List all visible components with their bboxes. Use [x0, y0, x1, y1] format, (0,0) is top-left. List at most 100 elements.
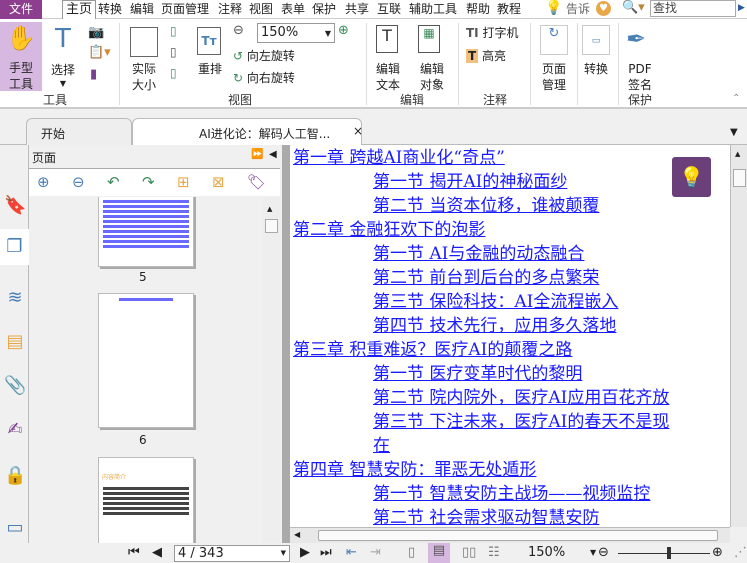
enlarge-thumbnail-icon[interactable]: ⊕: [37, 173, 50, 191]
fit-width-icon[interactable]: ▯: [170, 45, 177, 59]
rotate-left-button[interactable]: ↺ 向左旋转: [233, 47, 295, 64]
fit-page-icon[interactable]: ▯: [170, 24, 177, 38]
continuous-page-icon[interactable]: ▤: [428, 543, 450, 563]
previous-view-icon[interactable]: ⇤: [346, 545, 357, 560]
zoom-slider[interactable]: [618, 553, 710, 554]
typewriter-button[interactable]: TI 打字机: [466, 24, 519, 41]
toc-section-link[interactable]: 第三节 下注未来，医疗AI的春天不是现: [373, 407, 669, 432]
menu-11[interactable]: 帮助: [466, 1, 490, 18]
reflow-button[interactable]: 重排: [195, 61, 225, 77]
toc-section-link[interactable]: 在: [373, 431, 390, 456]
menu-12[interactable]: 教程: [497, 1, 521, 18]
toc-section-link[interactable]: 第四节 技术先行，应用多久落地: [373, 311, 616, 336]
collapse-panel-icon[interactable]: ◀: [269, 149, 277, 160]
menu-7[interactable]: 保护: [312, 1, 336, 18]
convert-button[interactable]: 转换: [580, 61, 612, 77]
search-input[interactable]: 查找: [650, 0, 736, 17]
attachments-icon[interactable]: 📎: [4, 375, 26, 397]
delete-page-icon[interactable]: ⊠: [212, 173, 225, 191]
scroll-left-icon[interactable]: ◀: [294, 530, 300, 539]
toc-chapter-link[interactable]: 第二章 金融狂欢下的泡影: [293, 215, 485, 240]
insert-page-icon[interactable]: ⊞: [177, 173, 190, 191]
menu-10[interactable]: 辅助工具: [409, 1, 457, 18]
tab-document[interactable]: AI进化论：解码人工智... ×: [132, 118, 363, 146]
toc-section-link[interactable]: 第三节 保险科技：AI全流程嵌入: [373, 287, 618, 312]
actual-size-icon[interactable]: [130, 27, 158, 57]
actual-size-label[interactable]: 实际 大小: [126, 61, 162, 93]
expand-panel-icon[interactable]: ⏩: [251, 149, 263, 160]
rotate-right-page-icon[interactable]: ↷: [142, 173, 155, 191]
toc-chapter-link[interactable]: 第三章 积重难返？医疗AI的颠覆之路: [293, 335, 572, 360]
zoom-select[interactable]: 150% ▼: [257, 23, 335, 43]
lightbulb-tip-button[interactable]: 💡: [672, 157, 711, 197]
zoom-dropdown-icon[interactable]: ▼: [590, 548, 596, 557]
zoom-in-icon[interactable]: ⊕: [338, 23, 349, 38]
fit-visible-icon[interactable]: ▯: [170, 66, 177, 80]
tab-start[interactable]: 开始: [26, 118, 132, 145]
menu-1[interactable]: 转换: [98, 1, 122, 18]
continuous-facing-icon[interactable]: ☷: [488, 545, 500, 560]
toc-section-link[interactable]: 第二节 当资本位移，谁被颠覆: [373, 191, 599, 216]
resize-grip-icon[interactable]: ⋰: [734, 545, 747, 560]
menu-8[interactable]: 共享: [345, 1, 369, 18]
toc-section-link[interactable]: 第一节 医疗变革时代的黎明: [373, 359, 582, 384]
toc-section-link[interactable]: 第二节 前台到后台的多点繁荣: [373, 263, 599, 288]
toc-section-link[interactable]: 第一节 揭开AI的神秘面纱: [373, 167, 567, 192]
page-number-input[interactable]: 4 / 343 ▼: [174, 545, 290, 562]
rotate-right-button[interactable]: ↻ 向右旋转: [233, 69, 295, 86]
toc-section-link[interactable]: 第二节 社会需求驱动智慧安防: [373, 503, 599, 527]
thumbnail-scrollbar[interactable]: ▲: [263, 197, 280, 543]
select-button[interactable]: T 选择 ▼: [45, 22, 81, 91]
first-page-icon[interactable]: ⏮: [128, 545, 140, 560]
edit-text-button[interactable]: 编辑 文本: [372, 61, 404, 93]
toc-section-link[interactable]: 第二节 院内院外，医疗AI应用百花齐放: [373, 383, 669, 408]
more-panel-icon[interactable]: ▭: [4, 517, 26, 539]
security-lock-icon[interactable]: 🔒: [4, 465, 26, 487]
zoom-out-icon[interactable]: ⊖: [598, 545, 609, 560]
toc-chapter-link[interactable]: 第一章 跨越AI商业化“奇点”: [293, 145, 505, 168]
scroll-up-icon[interactable]: ▲: [267, 205, 272, 213]
page-label-icon[interactable]: 🏷: [247, 173, 266, 191]
status-zoom-value[interactable]: 150%: [528, 545, 565, 560]
rotate-left-page-icon[interactable]: ↶: [107, 173, 120, 191]
menu-3[interactable]: 页面管理: [161, 1, 209, 18]
highlight-button[interactable]: T 高亮: [466, 47, 506, 64]
zoom-in-icon[interactable]: ⊕: [712, 545, 723, 560]
next-page-icon[interactable]: ▶: [300, 545, 310, 560]
last-page-icon[interactable]: ⏭: [320, 545, 332, 560]
menu-4[interactable]: 注释: [218, 1, 242, 18]
horizontal-scroll-thumb[interactable]: [318, 530, 718, 541]
signatures-icon[interactable]: ✍: [4, 419, 26, 441]
lightbulb-icon[interactable]: 💡: [545, 0, 562, 16]
single-page-icon[interactable]: ▯: [408, 545, 415, 560]
pdf-sign-button[interactable]: PDF 签名: [622, 61, 658, 93]
menu-9[interactable]: 互联: [377, 1, 401, 18]
pages-icon[interactable]: ❐: [0, 229, 29, 265]
search-options-icon[interactable]: 🔍▾: [622, 0, 645, 15]
toc-chapter-link[interactable]: 第四章 智慧安防：罪恶无处遁形: [293, 455, 536, 480]
menu-6[interactable]: 表单: [281, 1, 305, 18]
edit-object-button[interactable]: 编辑 对象: [412, 61, 452, 93]
zoom-slider-handle[interactable]: [667, 547, 671, 559]
toc-section-link[interactable]: 第一节 AI与金融的动态融合: [373, 239, 584, 264]
next-view-icon[interactable]: ⇥: [370, 545, 381, 560]
previous-page-icon[interactable]: ◀: [152, 545, 162, 560]
tell-me[interactable]: 告诉: [566, 1, 590, 18]
bookmark-icon[interactable]: ▮: [90, 67, 97, 82]
zoom-out-icon[interactable]: ⊖: [233, 23, 244, 38]
panel-splitter[interactable]: [282, 145, 290, 543]
page-thumbnail-6[interactable]: [98, 293, 194, 428]
page-manage-button[interactable]: 页面 管理: [534, 61, 574, 93]
page-thumbnail-5[interactable]: [98, 197, 194, 267]
clipboard-icon[interactable]: 📋▾: [88, 45, 111, 60]
menu-2[interactable]: 编辑: [130, 1, 154, 18]
close-tab-icon[interactable]: ×: [353, 124, 363, 138]
comments-icon[interactable]: ▤: [4, 331, 26, 353]
hand-tool-button[interactable]: ✋ 手型 工具: [0, 22, 42, 91]
toc-section-link[interactable]: 第一节 智慧安防主战场——视频监控: [373, 479, 650, 504]
snapshot-icon[interactable]: 📷: [88, 25, 104, 40]
layers-icon[interactable]: ≋: [4, 287, 26, 309]
vertical-scroll-thumb[interactable]: [733, 169, 746, 187]
reflow-icon[interactable]: Tт: [197, 27, 221, 55]
search-go-icon[interactable]: ▶: [738, 3, 745, 13]
